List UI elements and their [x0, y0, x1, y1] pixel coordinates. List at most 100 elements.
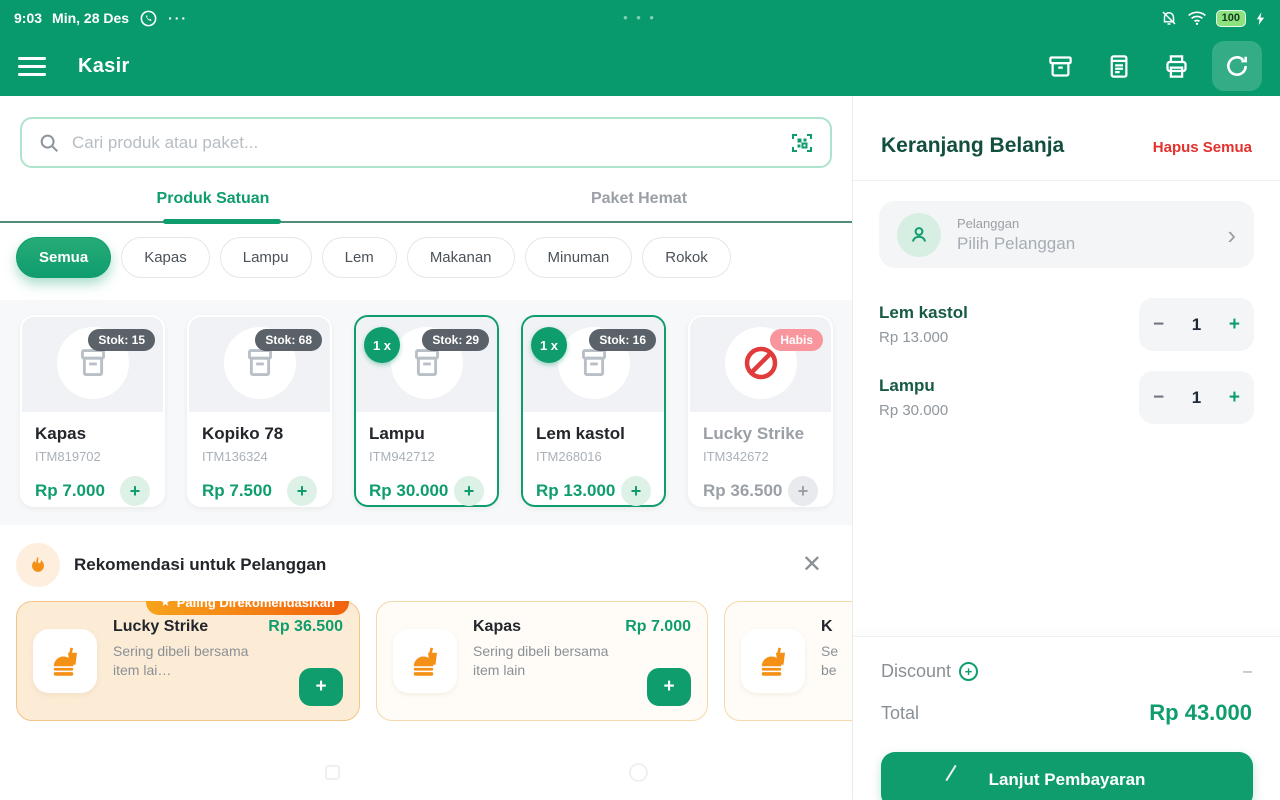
stock-badge: Stok: 29 — [422, 329, 489, 351]
archive-icon — [1047, 53, 1074, 80]
app-bar: Kasir — [0, 36, 1280, 96]
filter-chip-kapas[interactable]: Kapas — [121, 237, 210, 278]
wifi-icon — [1187, 10, 1207, 26]
cart-qty-badge: 1 x — [531, 327, 567, 363]
recommendation-desc: Sering dibeli bersama item lain — [473, 642, 638, 680]
recommendation-card[interactable]: ★ Paling Direkomendasikan — [16, 601, 360, 721]
add-to-cart-button-disabled: + — [788, 476, 818, 506]
category-filter-row: Semua Kapas Lampu Lem Makanan Minuman Ro… — [0, 223, 852, 278]
battery-indicator: 100 — [1216, 10, 1246, 27]
add-to-cart-button[interactable]: + — [621, 476, 651, 506]
product-code: ITM819702 — [35, 449, 150, 464]
status-bar: 9:03 Min, 28 Des ··· • • • 1 — [0, 0, 1280, 36]
close-icon[interactable]: ✕ — [792, 549, 832, 581]
tab-paket-hemat[interactable]: Paket Hemat — [426, 174, 852, 221]
add-recommendation-button[interactable]: + — [299, 668, 343, 706]
recommendation-card[interactable]: Kapas Rp 7.000 Sering dibeli bersama ite… — [376, 601, 708, 721]
filter-chip-minuman[interactable]: Minuman — [525, 237, 633, 278]
active-tab-indicator — [163, 219, 281, 224]
product-card-selected[interactable]: 1 x Stok: 29 Lampu ITM942712 — [354, 315, 499, 507]
top-pick-label: Paling Direkomendasikan — [177, 601, 335, 610]
product-card-out-of-stock: Habis Lucky Strike ITM342672 — [688, 315, 833, 507]
clock: 9:03 — [14, 10, 42, 26]
cart-item-name: Lem kastol — [879, 303, 968, 323]
clear-cart-button[interactable]: Hapus Semua — [1153, 139, 1252, 156]
qty-value: 1 — [1192, 315, 1201, 335]
recommendation-carousel: ★ Paling Direkomendasikan — [16, 601, 852, 721]
barcode-scan-icon[interactable] — [790, 131, 814, 155]
recommendation-header: Rekomendasi untuk Pelanggan ✕ — [16, 543, 832, 587]
add-to-cart-button[interactable]: + — [120, 476, 150, 506]
add-discount-button[interactable]: + — [959, 662, 978, 681]
flame-icon — [27, 554, 49, 576]
add-to-cart-button[interactable]: + — [287, 476, 317, 506]
receipt-icon — [1105, 53, 1132, 80]
print-button[interactable] — [1154, 44, 1198, 88]
filter-chip-rokok[interactable]: Rokok — [642, 237, 731, 278]
recommendation-price: Rp 36.500 — [268, 618, 343, 636]
cart-title: Keranjang Belanja — [881, 134, 1064, 158]
add-recommendation-button[interactable]: + — [647, 668, 691, 706]
refresh-button[interactable] — [1212, 41, 1262, 91]
recommendation-desc: Se be — [821, 642, 852, 680]
add-to-cart-button[interactable]: + — [454, 476, 484, 506]
status-more: ··· — [168, 10, 188, 26]
product-name: Kapas — [35, 424, 150, 444]
customer-value: Pilih Pelanggan — [957, 234, 1075, 254]
divider — [853, 180, 1280, 181]
product-grid-strip: Stok: 15 Kapas ITM819702 — [0, 300, 852, 525]
discount-label: Discount — [881, 661, 951, 682]
page-title: Kasir — [78, 55, 130, 78]
customer-selector[interactable]: Pelanggan Pilih Pelanggan › — [879, 201, 1254, 268]
qty-value: 1 — [1192, 388, 1201, 408]
product-code: ITM942712 — [369, 449, 484, 464]
person-icon — [907, 223, 931, 247]
product-card[interactable]: Stok: 68 Kopiko 78 ITM136324 — [187, 315, 332, 507]
stock-badge: Stok: 16 — [589, 329, 656, 351]
chevron-right-icon: › — [1227, 222, 1236, 248]
product-code: ITM136324 — [202, 449, 317, 464]
filter-chip-makanan[interactable]: Makanan — [407, 237, 515, 278]
increase-qty-button[interactable]: + — [1229, 387, 1240, 409]
decrease-qty-button[interactable]: − — [1153, 387, 1164, 409]
decrease-qty-button[interactable]: − — [1153, 314, 1164, 336]
fastfood-icon — [33, 629, 97, 693]
filter-chip-lem[interactable]: Lem — [322, 237, 397, 278]
product-name: Lampu — [369, 424, 484, 444]
filter-chip-lampu[interactable]: Lampu — [220, 237, 312, 278]
stock-badge: Stok: 68 — [255, 329, 322, 351]
held-orders-button[interactable] — [1038, 44, 1082, 88]
product-card[interactable]: Stok: 15 Kapas ITM819702 — [20, 315, 165, 507]
increase-qty-button[interactable]: + — [1229, 314, 1240, 336]
total-value: Rp 43.000 — [1149, 700, 1252, 726]
fastfood-icon — [741, 629, 805, 693]
menu-button[interactable] — [18, 57, 46, 76]
tab-produk-satuan[interactable]: Produk Satuan — [0, 174, 426, 221]
checkout-button[interactable]: Lanjut Pembayaran — [881, 752, 1253, 800]
total-label: Total — [881, 703, 919, 724]
product-card-selected[interactable]: 1 x Stok: 16 Lem kastol ITM268016 — [521, 315, 666, 507]
quantity-stepper: − 1 + — [1139, 298, 1254, 351]
product-code: ITM342672 — [703, 449, 818, 464]
cart-qty-badge: 1 x — [364, 327, 400, 363]
product-code: ITM268016 — [536, 449, 651, 464]
search-icon — [38, 132, 60, 154]
star-icon: ★ — [160, 601, 171, 609]
date: Min, 28 Des — [52, 10, 129, 26]
recommendation-card-clipped[interactable]: K Se be — [724, 601, 852, 721]
filter-chip-semua[interactable]: Semua — [16, 237, 111, 278]
stock-badge: Stok: 15 — [88, 329, 155, 351]
product-price: Rp 7.500 — [202, 481, 272, 501]
transactions-button[interactable] — [1096, 44, 1140, 88]
recents-nav-hint[interactable] — [325, 765, 340, 780]
recommendation-desc: Sering dibeli bersama item lai… — [113, 642, 278, 680]
recommendation-name: Kapas — [473, 618, 521, 636]
home-nav-hint[interactable] — [629, 763, 648, 782]
charging-bolt-icon — [1255, 11, 1266, 26]
fastfood-icon — [393, 629, 457, 693]
cart-panel: Keranjang Belanja Hapus Semua Pelanggan … — [852, 96, 1280, 800]
out-of-stock-badge: Habis — [770, 329, 823, 351]
product-price: Rp 13.000 — [536, 481, 615, 501]
search-input[interactable] — [72, 133, 790, 153]
search-bar[interactable] — [20, 117, 832, 168]
